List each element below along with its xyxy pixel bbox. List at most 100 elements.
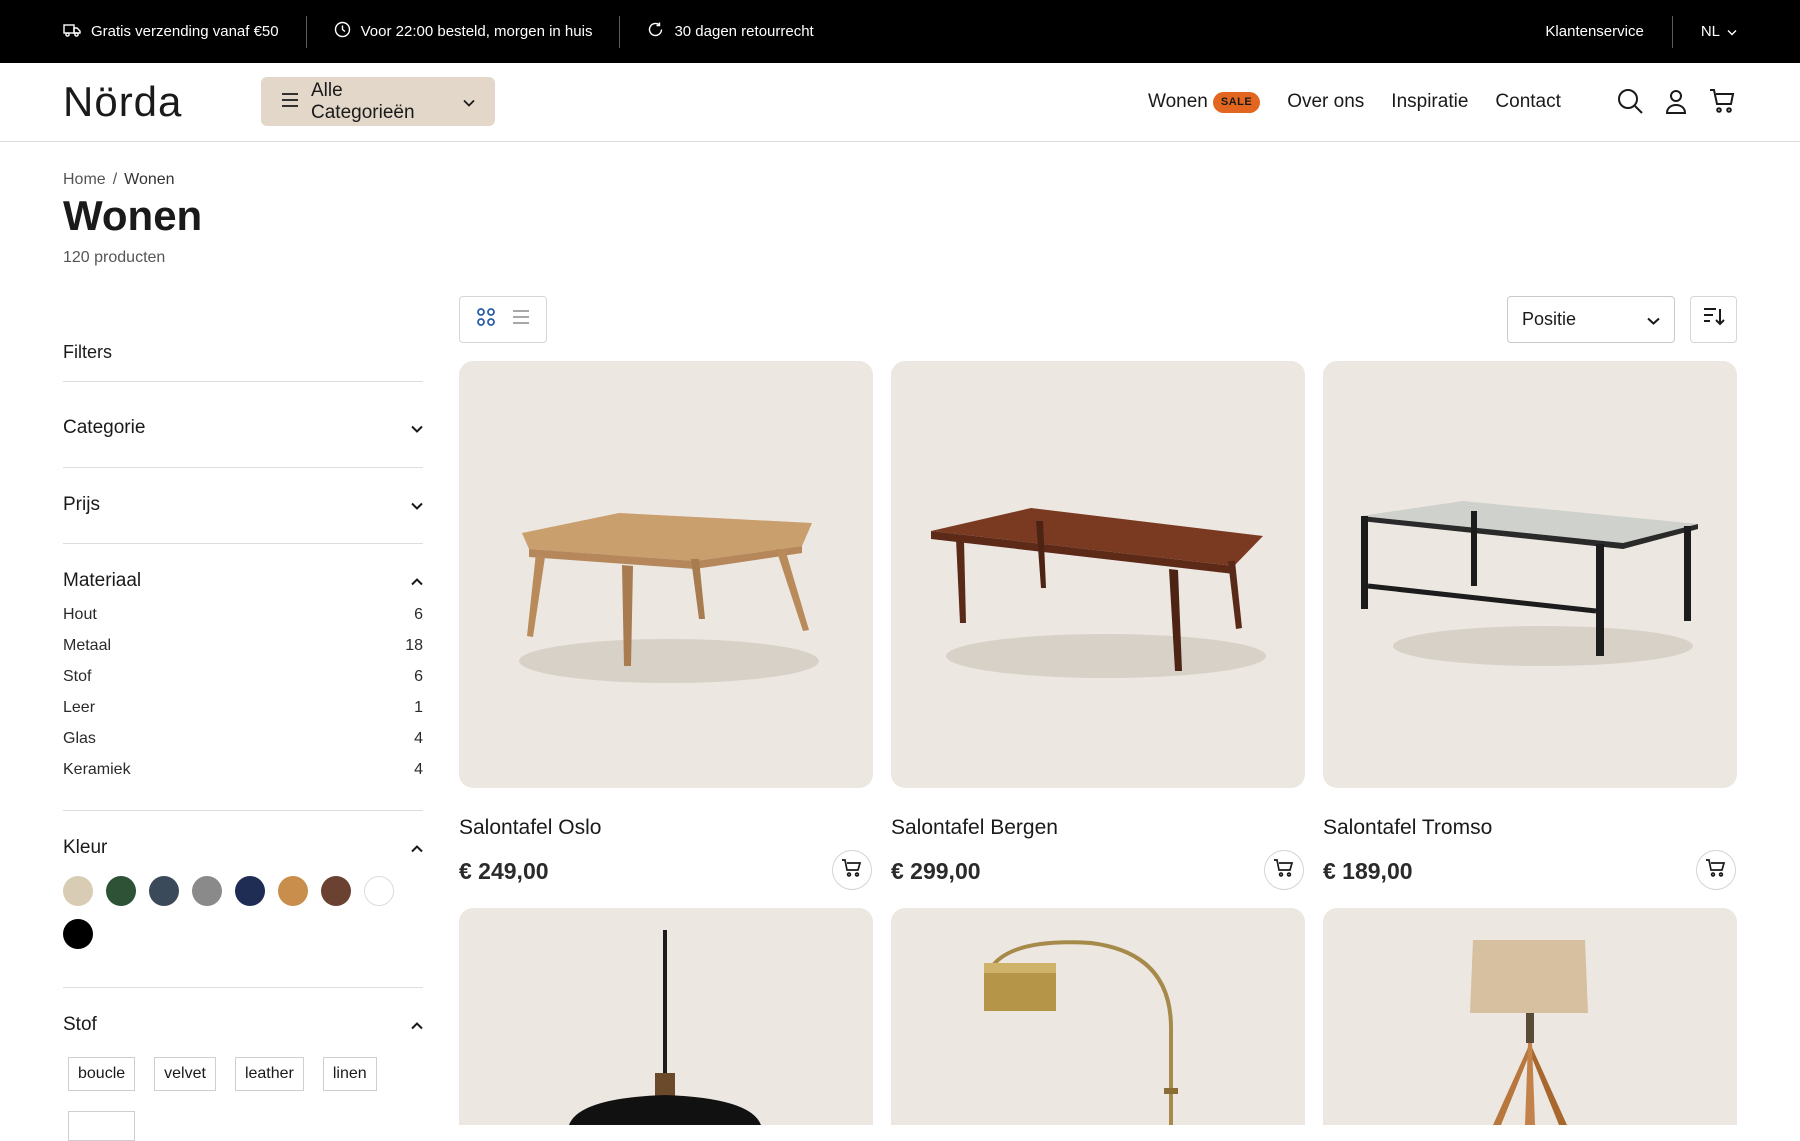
option-count: 6 [414,668,423,685]
divider [63,381,423,382]
color-swatch[interactable] [192,876,222,906]
color-swatch[interactable] [235,876,265,906]
chevron-up-icon [411,1014,423,1036]
nav-label: Wonen [1148,91,1208,112]
arc-floor-lamp-illustration [984,940,1178,1125]
usp-bar: Gratis verzending vanaf €50 Voor 22:00 b… [0,0,1800,63]
color-swatch[interactable] [149,876,179,906]
cart-icon[interactable] [1708,87,1736,115]
color-swatch[interactable] [364,876,394,906]
sale-badge: SALE [1212,91,1261,113]
facet-label: Kleur [63,837,108,858]
language-value: NL [1700,23,1720,40]
breadcrumb-separator: / [112,171,118,188]
customer-service-link[interactable]: Klantenservice [1517,23,1671,40]
color-swatches [63,876,403,949]
product-price: € 249,00 [459,858,549,884]
option-count: 4 [414,730,423,747]
sort-select[interactable]: Positie [1507,296,1675,343]
facet-label: Stof [63,1014,97,1035]
filters-title: Filters [63,342,112,362]
option-label: Keramiek [63,761,131,778]
breadcrumb: Home / Wonen [63,171,175,189]
product-name[interactable]: Salontafel Oslo [459,816,601,840]
nav-item-over-ons[interactable]: Over ons [1287,91,1364,113]
filter-option[interactable]: Leer 1 [63,699,423,717]
glass-coffee-table-illustration [1361,501,1698,666]
color-swatch[interactable] [63,919,93,949]
tripod-floor-lamp-illustration [1470,940,1588,1125]
option-label: Leer [63,699,96,716]
filter-option[interactable]: Hout 6 [63,606,423,624]
facet-stof[interactable]: Stof [63,1014,423,1036]
chevron-down-icon [411,494,423,516]
filter-option[interactable]: Stof 6 [63,668,423,686]
grid-view-icon[interactable] [476,307,496,332]
facet-kleur[interactable]: Kleur [63,837,423,859]
add-to-cart-button[interactable] [1264,850,1304,890]
facet-categorie[interactable]: Categorie [63,417,423,439]
product-image-bergen[interactable] [891,361,1305,788]
search-icon[interactable] [1616,87,1644,115]
option-count: 4 [414,761,423,778]
product-image-pendant-lamp[interactable] [459,908,873,1125]
usp-returns: 30 dagen retourrecht [620,16,840,48]
product-name[interactable]: Salontafel Tromso [1323,816,1492,840]
filter-option[interactable]: Metaal 18 [63,637,423,655]
filter-option[interactable]: Glas 4 [63,730,423,748]
color-swatch[interactable] [278,876,308,906]
nav-label: Over ons [1287,91,1365,112]
option-label: Stof [63,668,92,685]
sort-direction-button[interactable] [1690,296,1737,343]
all-categories-label: Alle Categorieën [311,79,415,123]
oak-coffee-table-illustration [519,513,819,683]
facet-materiaal[interactable]: Materiaal [63,570,423,592]
divider [63,987,423,988]
product-name[interactable]: Salontafel Bergen [891,816,1058,840]
walnut-coffee-table-illustration [931,508,1266,678]
facet-label: Categorie [63,417,146,438]
chevron-down-icon [1727,23,1737,40]
view-toggle [459,296,547,343]
logo[interactable]: Nörda [63,78,182,126]
fabric-chip[interactable]: linen [322,1057,377,1091]
facet-prijs[interactable]: Prijs [63,494,423,516]
sort-value: Positie [1522,309,1577,329]
product-image-oslo[interactable] [459,361,873,788]
user-icon[interactable] [1662,87,1690,115]
add-to-cart-button[interactable] [1696,850,1736,890]
fabric-chip[interactable]: boucle [68,1057,136,1091]
fabric-chip[interactable]: velvet [154,1057,216,1091]
divider [63,467,423,468]
fabric-chip[interactable]: leather [234,1057,304,1091]
product-image-arc-lamp[interactable] [891,908,1305,1125]
all-categories-button[interactable]: Alle Categorieën [261,77,495,126]
nav-item-contact[interactable]: Contact [1495,91,1560,113]
filter-option[interactable]: Keramiek 4 [63,761,423,779]
product-price: € 189,00 [1323,858,1413,884]
color-swatch[interactable] [63,876,93,906]
facet-label: Materiaal [63,570,142,591]
nav-label: Contact [1495,91,1561,112]
language-selector[interactable]: NL [1673,23,1737,40]
usp-text: Gratis verzending vanaf €50 [91,23,279,40]
usp-shipping: Gratis verzending vanaf €50 [0,16,306,48]
fabric-chip[interactable] [68,1111,135,1141]
product-image-tromso[interactable] [1323,361,1737,788]
truck-icon [63,22,81,42]
usp-text: 30 dagen retourrecht [674,23,814,40]
chevron-down-icon [1647,309,1660,330]
return-icon [647,21,664,42]
add-to-cart-button[interactable] [832,850,872,890]
product-count: 120 producten [63,249,166,266]
product-image-tripod-lamp[interactable] [1323,908,1737,1125]
nav-item-wonen[interactable]: Wonen SALE [1148,91,1261,113]
nav-item-inspiratie[interactable]: Inspiratie [1391,91,1468,113]
list-view-icon[interactable] [512,310,530,329]
divider [63,810,423,811]
color-swatch[interactable] [321,876,351,906]
breadcrumb-home[interactable]: Home [63,171,106,189]
chevron-up-icon [411,837,423,859]
color-swatch[interactable] [106,876,136,906]
product-price: € 299,00 [891,858,981,884]
